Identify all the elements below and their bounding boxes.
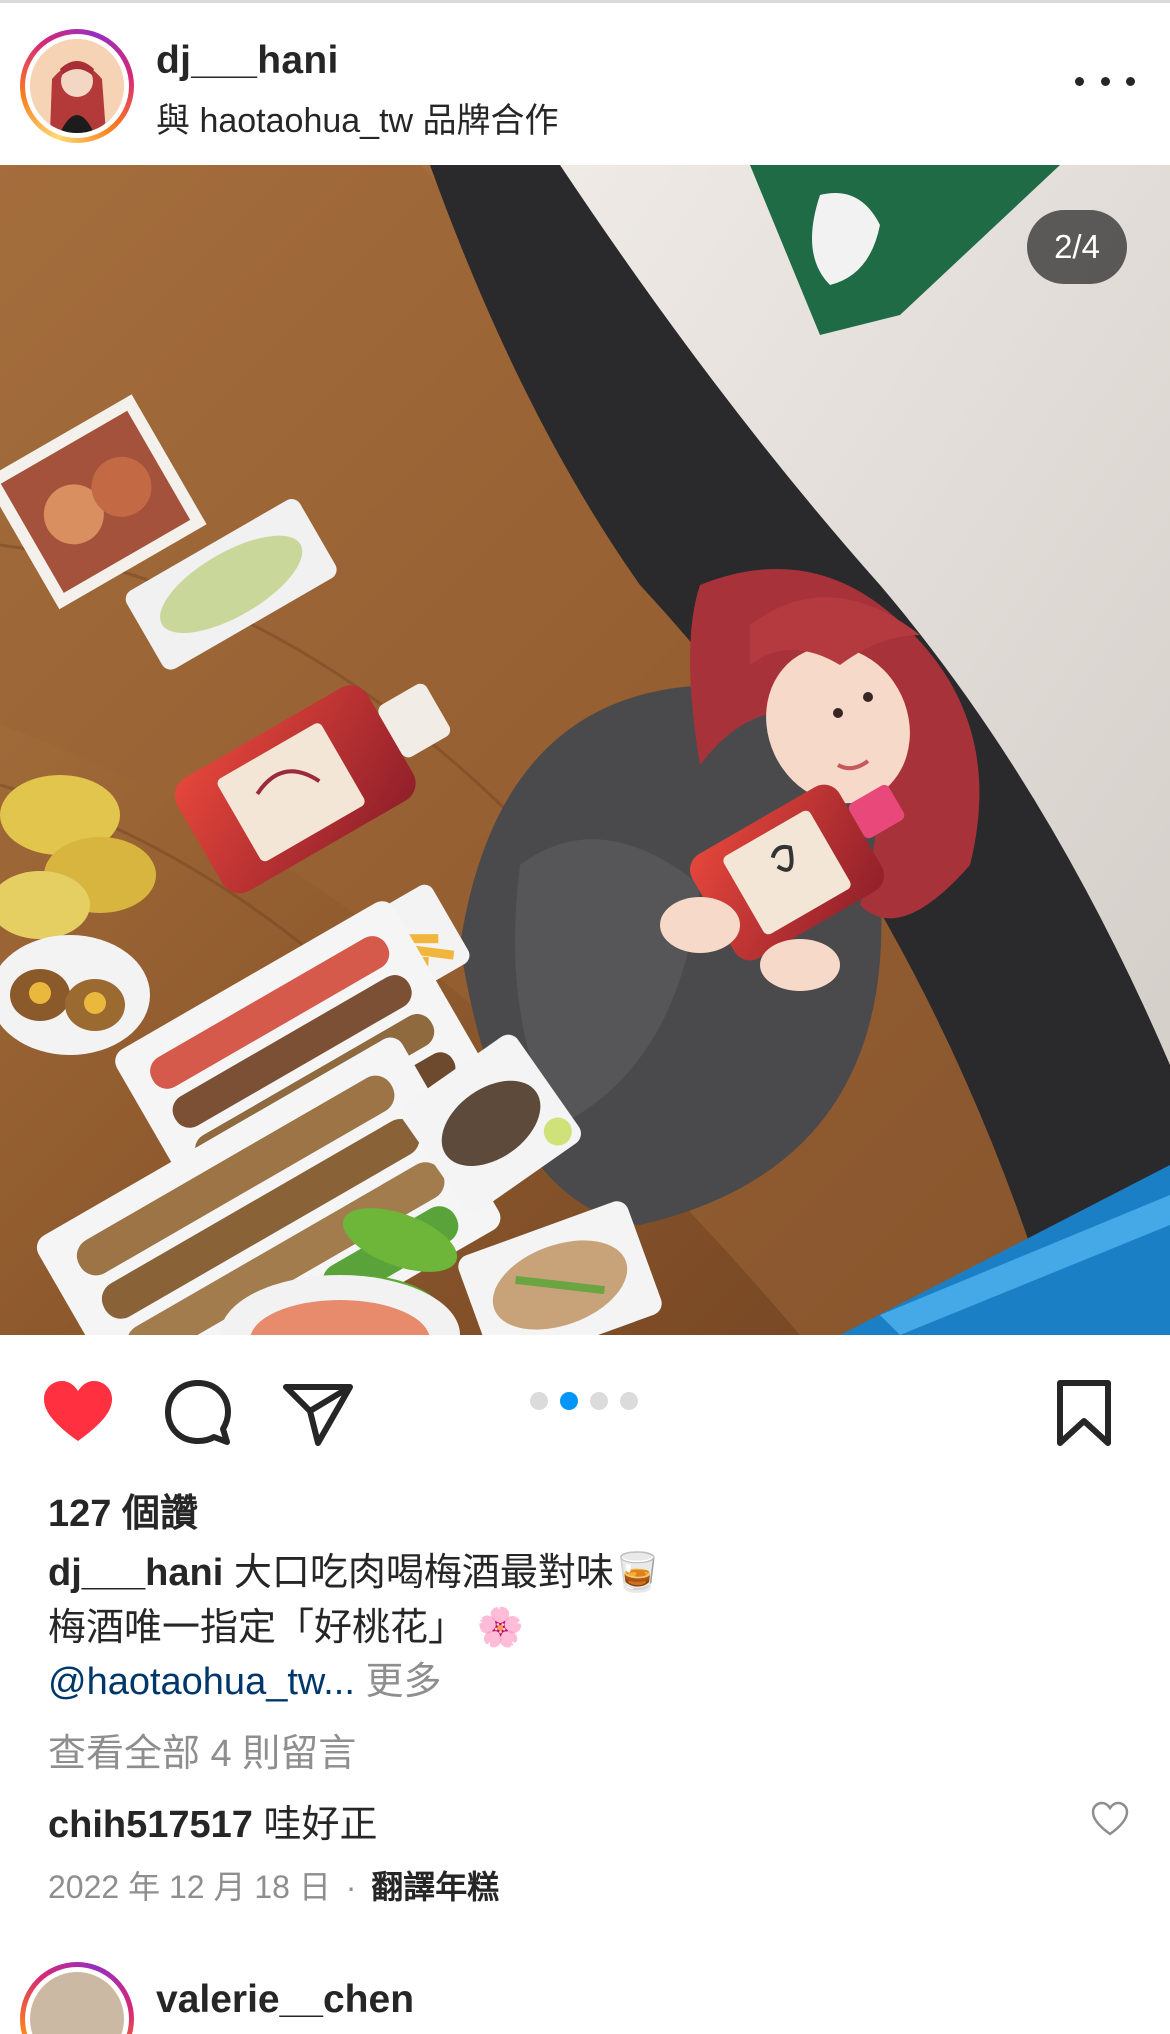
caption-line-2: 梅酒唯一指定「好桃花」 bbox=[48, 1607, 467, 1649]
author-avatar[interactable] bbox=[20, 29, 134, 143]
translate-link[interactable]: 翻譯年糕 bbox=[371, 1869, 499, 1905]
carousel-dot bbox=[530, 1392, 548, 1410]
more-options-icon[interactable] bbox=[1075, 61, 1135, 101]
comment-username[interactable]: chih517517 bbox=[48, 1804, 253, 1846]
carousel-dot-active bbox=[560, 1392, 578, 1410]
caption-more-link[interactable]: 更多 bbox=[365, 1661, 441, 1703]
next-post-username[interactable]: valerie__chen bbox=[156, 1978, 414, 2022]
carousel-indicator bbox=[530, 1392, 638, 1410]
whisky-emoji: 🥃 bbox=[613, 1550, 662, 1594]
carousel-dot bbox=[620, 1392, 638, 1410]
author-username[interactable]: dj___hani bbox=[156, 39, 339, 83]
caption-username[interactable]: dj___hani bbox=[48, 1552, 223, 1594]
comment-like-icon[interactable] bbox=[1090, 1799, 1130, 1839]
paper-plane-icon[interactable] bbox=[280, 1375, 356, 1451]
post-meta: 2022 年 12 月 18 日 · 翻譯年糕 bbox=[48, 1862, 499, 1908]
caption-mention-link[interactable]: @haotaohua_tw... bbox=[48, 1661, 355, 1703]
meta-separator: · bbox=[345, 1869, 357, 1905]
image-counter-badge: 2/4 bbox=[1027, 210, 1127, 284]
like-count[interactable]: 127 個讚 bbox=[48, 1482, 198, 1537]
cherry-blossom-emoji: 🌸 bbox=[476, 1605, 524, 1649]
post-caption: dj___hani 大口吃肉喝梅酒最對味🥃 梅酒唯一指定「好桃花」 🌸 @hao… bbox=[48, 1545, 1128, 1709]
comment-text: 哇好正 bbox=[263, 1804, 378, 1846]
heart-filled-icon[interactable] bbox=[40, 1375, 116, 1451]
carousel-dot bbox=[590, 1392, 608, 1410]
post-header: dj___hani 與 haotaohua_tw 品牌合作 bbox=[0, 3, 1170, 165]
post-date: 2022 年 12 月 18 日 bbox=[48, 1869, 331, 1905]
top-comment: chih517517 哇好正 bbox=[48, 1793, 378, 1848]
next-post-avatar[interactable] bbox=[20, 1962, 134, 2034]
caption-line-1: 大口吃肉喝梅酒最對味 bbox=[233, 1552, 614, 1594]
paid-partnership-label[interactable]: 與 haotaohua_tw 品牌合作 bbox=[156, 93, 559, 142]
comment-bubble-icon[interactable] bbox=[160, 1375, 236, 1451]
view-all-comments-link[interactable]: 查看全部 4 則留言 bbox=[48, 1722, 356, 1777]
bookmark-icon[interactable] bbox=[1046, 1375, 1122, 1451]
post-image[interactable] bbox=[0, 165, 1170, 1335]
